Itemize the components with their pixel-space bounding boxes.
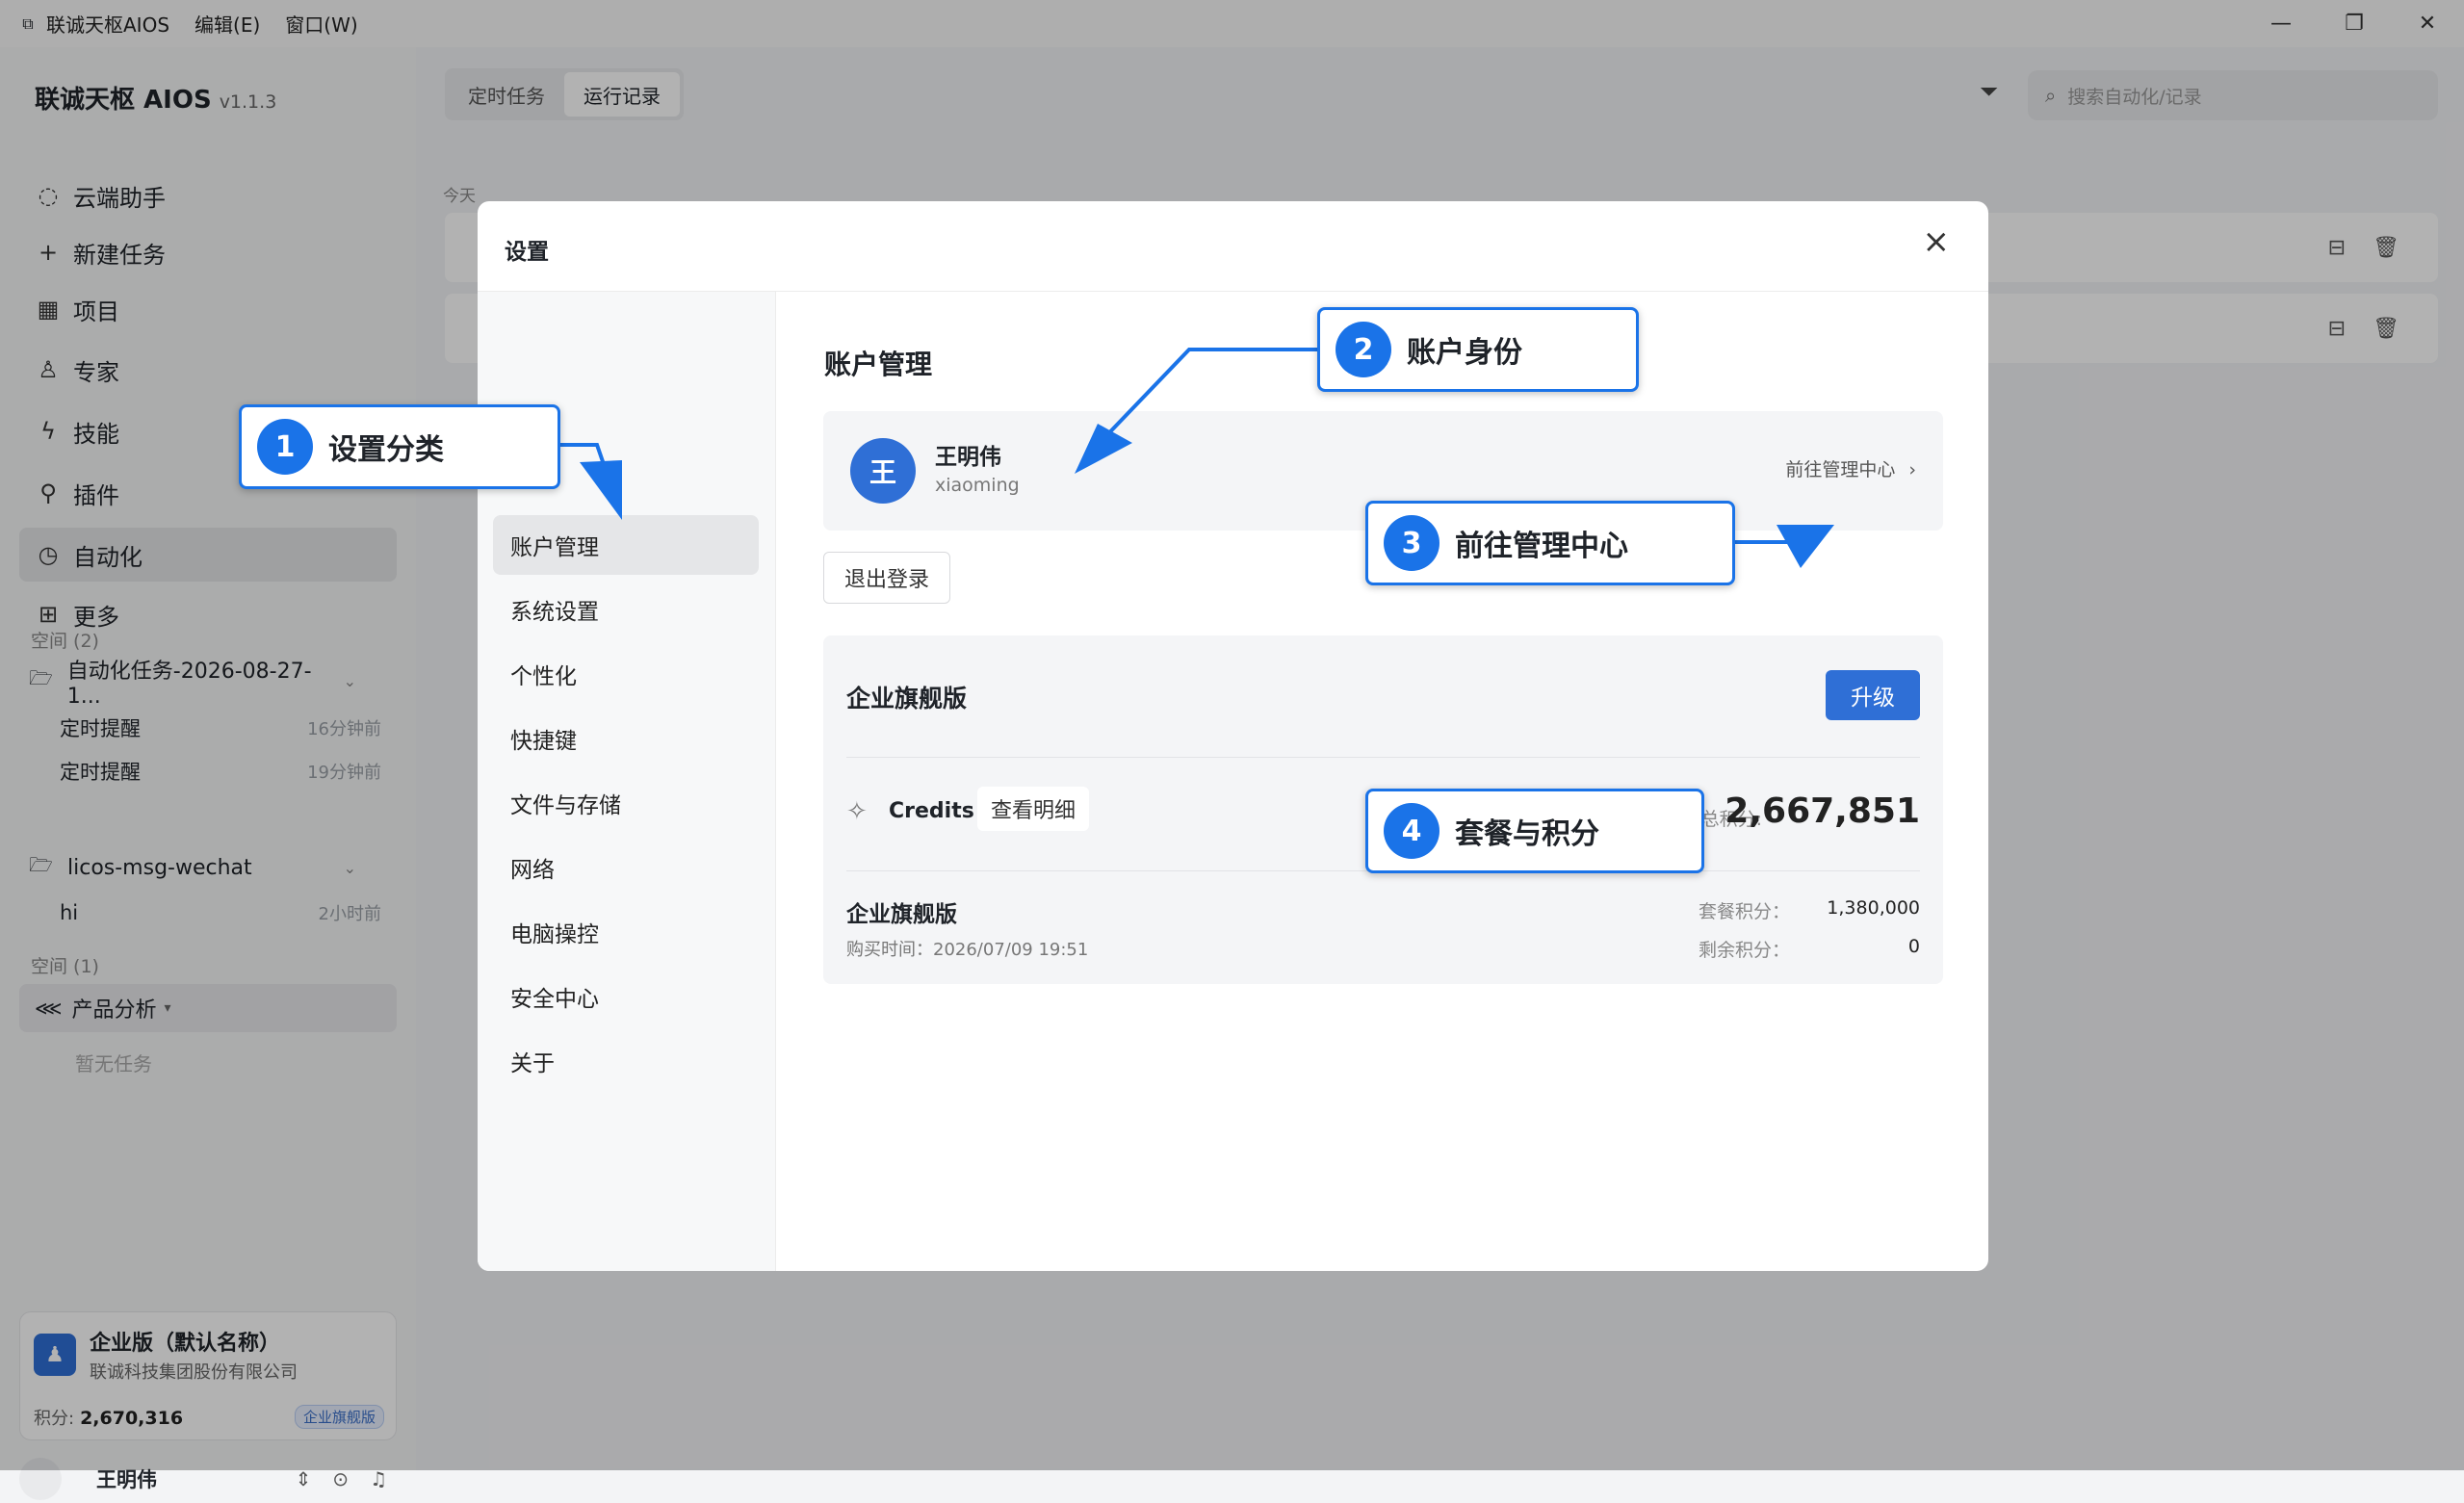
plan-points-label: 套餐积分：: [1699, 901, 1791, 922]
annotation-text: 设置分类: [328, 433, 444, 467]
plan-points-row: 套餐积分： 1,380,000: [1699, 897, 1920, 923]
purchase-time: 购买时间：2026/07/09 19:51: [846, 940, 1089, 960]
annotation-2: 2 账户身份: [1317, 307, 1639, 392]
menu-label: 系统设置: [510, 600, 599, 625]
menu-label: 电脑操控: [510, 922, 599, 947]
annotation-number: 1: [257, 419, 313, 475]
annotation-number: 2: [1336, 322, 1391, 377]
menu-label: 安全中心: [510, 987, 599, 1012]
admin-center-link[interactable]: 前往管理中心 ›: [1785, 455, 1916, 481]
annotation-3: 3 前往管理中心: [1365, 501, 1735, 585]
dialog-title: 设置: [505, 240, 549, 265]
section-title: 账户管理: [824, 349, 933, 380]
upgrade-button[interactable]: 升级: [1826, 670, 1920, 720]
annotation-number: 3: [1384, 515, 1439, 571]
close-icon[interactable]: ×: [1923, 222, 1951, 261]
dialog-header: 设置 ×: [478, 201, 1988, 292]
annotation-4: 4 套餐与积分: [1365, 789, 1704, 873]
credits-label: Credits: [889, 799, 974, 823]
subscription-name: 企业旗舰版: [846, 902, 957, 927]
remaining-points-value: 0: [1907, 936, 1920, 957]
plan-name: 企业旗舰版: [846, 685, 968, 713]
menu-label: 关于: [510, 1051, 555, 1076]
remaining-points-label: 剩余积分：: [1699, 940, 1791, 961]
menu-label: 个性化: [510, 664, 577, 689]
menu-account[interactable]: 账户管理: [493, 515, 759, 575]
logout-button[interactable]: 退出登录: [823, 552, 950, 604]
remaining-points-row: 剩余积分： 0: [1699, 936, 1920, 962]
chevron-right-icon: ›: [1908, 459, 1916, 480]
bell-icon[interactable]: ♫: [370, 1467, 387, 1490]
account-name: 王明伟: [935, 445, 1001, 470]
view-details-button[interactable]: 查看明细: [977, 787, 1090, 831]
menu-system[interactable]: 系统设置: [493, 580, 759, 639]
annotation-text: 套餐与积分: [1455, 817, 1599, 851]
settings-dialog: 设置 × 账户管理 系统设置 个性化 快捷键 文件与存储 网络 电脑操控 安全中…: [478, 201, 1988, 1271]
annotation-text: 前往管理中心: [1455, 530, 1628, 563]
menu-shortcuts[interactable]: 快捷键: [493, 709, 759, 768]
menu-label: 账户管理: [510, 535, 599, 560]
sparkle-icon: ✧: [846, 797, 868, 826]
menu-personalize[interactable]: 个性化: [493, 644, 759, 704]
settings-content: 账户管理 王 王明伟 xiaoming 前往管理中心 › 退出登录 企业旗舰版 升…: [776, 292, 1988, 1271]
annotation-number: 4: [1384, 803, 1439, 859]
menu-label: 快捷键: [510, 729, 577, 754]
account-id: xiaoming: [935, 475, 1020, 496]
annotation-1: 1 设置分类: [239, 404, 560, 489]
menu-label: 网络: [510, 858, 555, 883]
menu-files-storage[interactable]: 文件与存储: [493, 773, 759, 833]
total-credits-value: 2,667,851: [1725, 791, 1920, 831]
link-label: 前往管理中心: [1785, 459, 1896, 480]
menu-security[interactable]: 安全中心: [493, 967, 759, 1026]
menu-computer-control[interactable]: 电脑操控: [493, 902, 759, 962]
annotation-text: 账户身份: [1407, 336, 1522, 370]
plan-points-value: 1,380,000: [1827, 897, 1920, 919]
menu-about[interactable]: 关于: [493, 1031, 759, 1091]
status-icon[interactable]: ⊙: [332, 1467, 349, 1490]
expand-icon[interactable]: ⇕: [296, 1467, 312, 1490]
menu-network[interactable]: 网络: [493, 838, 759, 897]
divider: [846, 757, 1920, 758]
avatar: 王: [850, 438, 916, 504]
menu-label: 文件与存储: [510, 793, 621, 818]
